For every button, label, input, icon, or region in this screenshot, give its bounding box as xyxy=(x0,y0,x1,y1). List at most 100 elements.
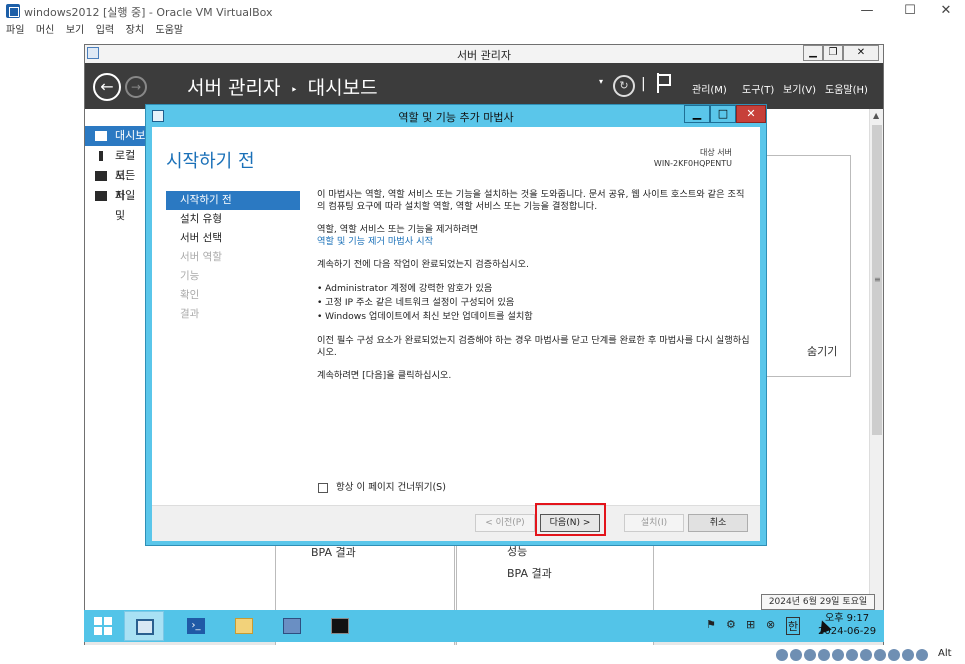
prereq-paragraph: 이전 필수 구성 요소가 완료되었는지 검증해야 하는 경우 마법사를 닫고 단… xyxy=(317,335,750,358)
wizard-title: 역할 및 기능 추가 마법사 xyxy=(398,111,514,124)
step-before-you-begin[interactable]: 시작하기 전 xyxy=(166,191,300,210)
scroll-up-icon[interactable]: ▲ xyxy=(873,111,879,120)
taskbar-file-explorer[interactable] xyxy=(224,611,264,641)
menu-manage[interactable]: 관리(M) xyxy=(692,81,727,96)
dashboard-icon xyxy=(95,131,107,141)
cpu-icon[interactable] xyxy=(888,649,900,661)
start-icon[interactable] xyxy=(94,617,112,635)
step-installation-type[interactable]: 설치 유형 xyxy=(166,210,300,229)
checkbox-icon[interactable] xyxy=(318,482,328,493)
wizard-body: 시작하기 전 대상 서버 WIN-2KF0HQPENTU 시작하기 전 설치 유… xyxy=(152,127,760,541)
menu-file[interactable]: 파일 xyxy=(6,22,24,40)
breadcrumb-page: 대시보드 xyxy=(307,77,378,99)
server-manager-titlebar: 서버 관리자 ▁ ❐ ✕ xyxy=(85,45,883,63)
menu-help[interactable]: 도움말 xyxy=(156,22,184,40)
refresh-icon[interactable]: ↻ xyxy=(613,75,635,97)
sidebar-item-file-storage[interactable]: 파일 및 xyxy=(85,186,147,222)
install-button[interactable]: 설치(I) xyxy=(624,514,684,532)
step-server-roles: 서버 역할 xyxy=(180,251,222,263)
file-storage-icon xyxy=(95,191,107,201)
remove-text: 역할, 역할 서비스 또는 기능을 제거하려면 xyxy=(317,224,479,235)
mouse-integration-icon[interactable] xyxy=(902,649,914,661)
verify-text: 계속하기 전에 다음 작업이 완료되었는지 검증하십시오. xyxy=(317,259,529,270)
shared-folder-icon[interactable] xyxy=(846,649,858,661)
wizard-maximize-button[interactable]: □ xyxy=(710,105,736,123)
vertical-scrollbar[interactable]: ▲ ≡ xyxy=(869,109,883,639)
skip-page-checkbox[interactable]: 항상 이 페이지 건너뛰기(S) xyxy=(318,479,446,493)
bpa-results-right[interactable]: BPA 결과 xyxy=(507,565,552,581)
minimize-button[interactable]: — xyxy=(852,2,882,20)
wizard-steps: 시작하기 전 설치 유형 서버 선택 서버 역할 기능 확인 결과 xyxy=(166,191,300,324)
display-icon[interactable] xyxy=(860,649,872,661)
sidebar-item-label: 대시보 xyxy=(115,129,146,142)
back-arrow-icon[interactable]: ← xyxy=(93,73,121,101)
maximize-button[interactable]: ☐ xyxy=(895,2,925,20)
system-tray-icon[interactable]: ⚙ xyxy=(726,618,736,631)
keyboard-icon[interactable] xyxy=(916,649,928,661)
close-button[interactable]: ✕ xyxy=(931,2,961,20)
target-server-info: 대상 서버 WIN-2KF0HQPENTU xyxy=(654,147,732,169)
sidebar-item-dashboard[interactable]: 대시보 xyxy=(85,126,147,146)
menu-devices[interactable]: 장치 xyxy=(126,22,144,40)
add-roles-wizard: 역할 및 기능 추가 마법사 ▁ □ ✕ 시작하기 전 대상 서버 WIN-2K… xyxy=(145,104,767,546)
volume-mute-icon[interactable]: ⊗ xyxy=(766,618,775,631)
menu-help[interactable]: 도움말(H) xyxy=(825,81,868,96)
menu-tools[interactable]: 도구(T) xyxy=(742,81,774,96)
remove-wizard-link[interactable]: 역할 및 기능 제거 마법사 시작 xyxy=(317,236,752,248)
target-server-name: WIN-2KF0HQPENTU xyxy=(653,159,732,168)
next-button-highlight xyxy=(535,503,606,536)
breadcrumb: 서버 관리자 ‣ 대시보드 xyxy=(187,73,378,100)
audio-icon[interactable] xyxy=(804,649,816,661)
optical-icon[interactable] xyxy=(790,649,802,661)
scrollbar-grip-icon: ≡ xyxy=(874,275,881,284)
taskbar-server-manager[interactable] xyxy=(124,611,164,641)
usb-icon[interactable] xyxy=(832,649,844,661)
cmd-icon xyxy=(331,618,349,634)
server-manager-icon xyxy=(136,619,154,635)
taskbar: ›_ ⚑ ⚙ ⊞ ⊗ 한 오후 9:17 2024-06-29 xyxy=(84,610,884,642)
sidebar-item-local-server[interactable]: 로컬 서 xyxy=(85,146,147,182)
continue-text: 계속하려면 [다음]을 클릭하십시오. xyxy=(317,370,452,381)
vbox-status-icons xyxy=(776,648,930,662)
forward-arrow-icon[interactable]: → xyxy=(125,76,147,98)
wizard-close-button[interactable]: ✕ xyxy=(736,105,766,123)
sidebar-item-all-servers[interactable]: 모든 서 xyxy=(85,166,147,202)
menu-input[interactable]: 입력 xyxy=(96,22,114,40)
step-server-selection[interactable]: 서버 선택 xyxy=(166,229,300,248)
menu-machine[interactable]: 머신 xyxy=(36,22,54,40)
flag-tray-icon[interactable]: ⚑ xyxy=(706,618,716,631)
notification-flag-icon[interactable] xyxy=(657,73,671,93)
network-icon xyxy=(283,618,301,634)
skip-page-label: 항상 이 페이지 건너뛰기(S) xyxy=(336,482,446,493)
sidebar-item-label: 파일 및 xyxy=(115,189,136,222)
sm-restore-button[interactable]: ❐ xyxy=(823,45,843,61)
hdd-icon[interactable] xyxy=(776,649,788,661)
network-adapter-icon[interactable] xyxy=(818,649,830,661)
menu-view[interactable]: 보기(V) xyxy=(783,81,816,96)
sm-minimize-button[interactable]: ▁ xyxy=(803,45,823,61)
wizard-minimize-button[interactable]: ▁ xyxy=(684,105,710,123)
previous-button[interactable]: < 이전(P) xyxy=(475,514,535,532)
breadcrumb-root[interactable]: 서버 관리자 xyxy=(187,77,280,99)
dropdown-caret-icon[interactable]: ▾ xyxy=(599,77,603,86)
vbox-titlebar: windows2012 [실행 중] - Oracle VM VirtualBo… xyxy=(0,0,965,22)
ime-indicator[interactable]: 한 xyxy=(786,617,801,635)
taskbar-powershell[interactable]: ›_ xyxy=(176,611,216,641)
recording-icon[interactable] xyxy=(874,649,886,661)
list-item: 고정 IP 주소 같은 네트워크 설정이 구성되어 있음 xyxy=(317,296,752,310)
menu-view[interactable]: 보기 xyxy=(66,22,84,40)
bpa-results-left[interactable]: BPA 결과 xyxy=(311,544,356,560)
hide-link[interactable]: 숨기기 xyxy=(807,343,837,359)
taskbar-network[interactable] xyxy=(272,611,312,641)
remove-section: 역할, 역할 서비스 또는 기능을 제거하려면 역할 및 기능 제거 마법사 시… xyxy=(317,224,752,248)
server-manager-sidebar: 대시보 로컬 서 모든 서 파일 및 xyxy=(85,109,147,639)
server-manager-header: ← → 서버 관리자 ‣ 대시보드 ▾ ↻ | 관리(M) 도구(T) 보기(V… xyxy=(85,63,883,109)
network-tray-icon[interactable]: ⊞ xyxy=(746,618,755,631)
step-features: 기능 xyxy=(180,270,200,282)
wizard-footer: < 이전(P) 다음(N) > 설치(I) 취소 xyxy=(152,505,760,541)
taskbar-cmd[interactable] xyxy=(320,611,360,641)
cancel-button[interactable]: 취소 xyxy=(688,514,748,532)
vbox-window-title: windows2012 [실행 중] - Oracle VM VirtualBo… xyxy=(24,6,273,19)
list-item: Windows 업데이트에서 최신 보안 업데이트를 설치함 xyxy=(317,310,752,324)
sm-close-button[interactable]: ✕ xyxy=(843,45,879,61)
